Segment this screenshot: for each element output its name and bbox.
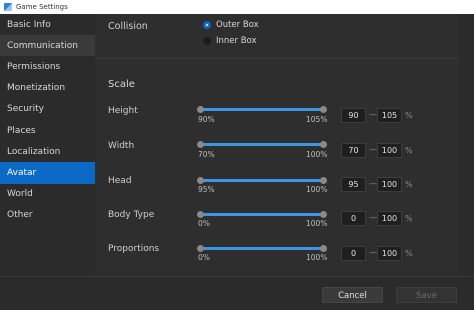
slider-max-handle[interactable] — [320, 140, 327, 148]
range-max-label: 100% — [306, 185, 328, 194]
scale-heading: Scale — [108, 79, 135, 90]
head-range-slider[interactable] — [197, 175, 327, 185]
slider-max-handle[interactable] — [320, 105, 327, 113]
proportions-range-slider[interactable] — [197, 243, 327, 253]
body-type-max-input[interactable]: 100 — [377, 211, 402, 226]
head-max-input[interactable]: 100 — [377, 177, 402, 192]
slider-max-handle[interactable] — [320, 210, 327, 218]
range-max-label: 100% — [306, 253, 328, 262]
sidebar-item-permissions[interactable]: Permissions — [0, 56, 95, 77]
scrollbar[interactable] — [459, 14, 474, 276]
collision-option-outer-box[interactable]: Outer Box — [203, 20, 259, 30]
range-min-label: 90% — [198, 115, 215, 124]
range-separator: — — [369, 248, 377, 257]
range-min-label: 95% — [198, 185, 215, 194]
slider-track[interactable] — [200, 108, 324, 111]
window-title: Game Settings — [16, 3, 68, 11]
app-icon — [4, 3, 12, 11]
slider-min-handle[interactable] — [197, 210, 204, 218]
range-max-label: 100% — [306, 150, 328, 159]
sidebar-item-communication[interactable]: Communication — [0, 35, 95, 57]
scale-row-label-width: Width — [108, 141, 135, 151]
range-separator: — — [369, 110, 377, 119]
slider-max-handle[interactable] — [320, 176, 327, 184]
head-min-input[interactable]: 95 — [341, 177, 366, 192]
range-max-label: 105% — [306, 115, 328, 124]
sidebar-item-world[interactable]: World — [0, 184, 95, 205]
range-separator: — — [369, 213, 377, 222]
title-bar: Game Settings — [0, 0, 474, 14]
slider-min-handle[interactable] — [197, 176, 204, 184]
percent-unit: % — [405, 111, 413, 120]
sidebar-item-other[interactable]: Other — [0, 205, 95, 226]
slider-min-handle[interactable] — [197, 244, 204, 252]
range-max-label: 100% — [306, 219, 328, 228]
width-range-slider[interactable] — [197, 139, 327, 149]
percent-unit: % — [405, 146, 413, 155]
percent-unit: % — [405, 180, 413, 189]
scale-row-label-head: Head — [108, 176, 132, 186]
height-range-slider[interactable] — [197, 104, 327, 114]
sidebar-item-security[interactable]: Security — [0, 99, 95, 120]
range-min-label: 0% — [198, 253, 210, 262]
body-type-range-slider[interactable] — [197, 209, 327, 219]
percent-unit: % — [405, 214, 413, 223]
range-separator: — — [369, 179, 377, 188]
width-min-input[interactable]: 70 — [341, 143, 366, 158]
cancel-button[interactable]: Cancel — [322, 287, 383, 303]
collision-option-inner-box[interactable]: Inner Box — [203, 36, 257, 46]
slider-min-handle[interactable] — [197, 105, 204, 113]
dialog-footer: Cancel Save — [0, 276, 474, 310]
radio-unchecked-icon[interactable] — [203, 37, 211, 45]
section-divider — [95, 58, 474, 59]
radio-checked-icon[interactable] — [203, 21, 211, 29]
scale-row-label-height: Height — [108, 106, 138, 116]
scale-row-label-proportions: Proportions — [108, 244, 160, 254]
slider-max-handle[interactable] — [320, 244, 327, 252]
slider-track[interactable] — [200, 247, 324, 250]
radio-label: Inner Box — [216, 36, 257, 46]
height-min-input[interactable]: 90 — [341, 108, 366, 123]
save-button[interactable]: Save — [396, 287, 457, 303]
height-max-input[interactable]: 105 — [377, 108, 402, 123]
range-separator: — — [369, 145, 377, 154]
range-min-label: 0% — [198, 219, 210, 228]
range-min-label: 70% — [198, 150, 215, 159]
body-type-min-input[interactable]: 0 — [341, 211, 366, 226]
sidebar-item-monetization[interactable]: Monetization — [0, 78, 95, 99]
slider-track[interactable] — [200, 179, 324, 182]
sidebar: Basic Info Communication Permissions Mon… — [0, 14, 95, 310]
percent-unit: % — [405, 249, 413, 258]
slider-min-handle[interactable] — [197, 140, 204, 148]
slider-track[interactable] — [200, 213, 324, 216]
avatar-settings-panel: Collision Outer Box Inner Box Scale Heig… — [95, 14, 474, 310]
proportions-max-input[interactable]: 100 — [377, 246, 402, 261]
sidebar-item-localization[interactable]: Localization — [0, 141, 95, 162]
scale-row-label-body-type: Body Type — [108, 210, 155, 220]
proportions-min-input[interactable]: 0 — [341, 246, 366, 261]
sidebar-item-places[interactable]: Places — [0, 120, 95, 141]
sidebar-item-basic-info[interactable]: Basic Info — [0, 14, 95, 35]
slider-track[interactable] — [200, 143, 324, 146]
width-max-input[interactable]: 100 — [377, 143, 402, 158]
collision-label: Collision — [108, 21, 148, 32]
radio-label: Outer Box — [216, 20, 259, 30]
sidebar-item-avatar[interactable]: Avatar — [0, 162, 95, 184]
